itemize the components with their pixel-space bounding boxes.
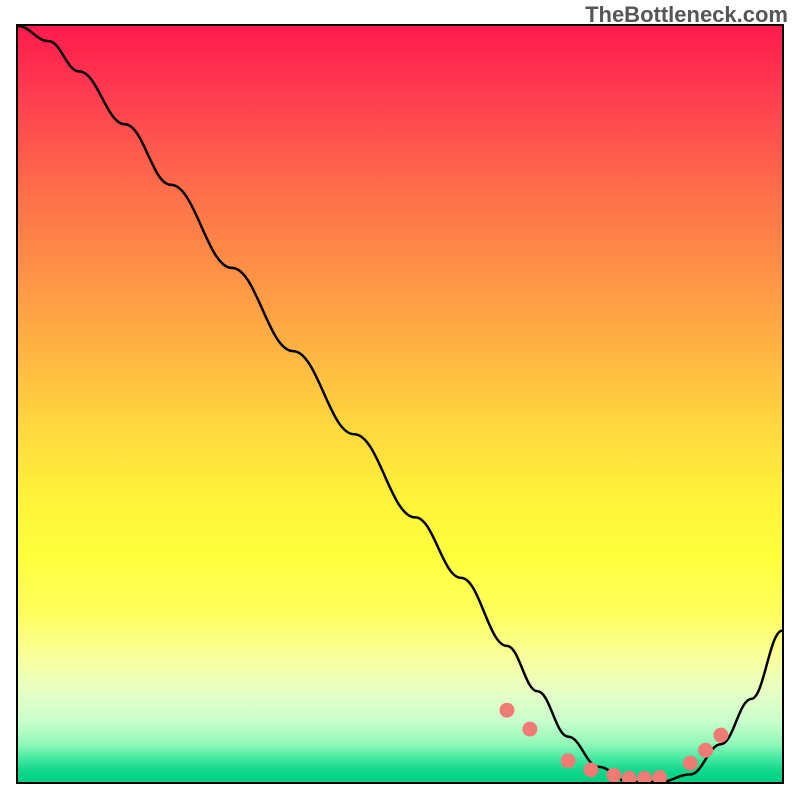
chart-area — [16, 24, 784, 784]
curve-line — [18, 26, 782, 782]
marker-dot — [713, 728, 728, 743]
watermark-text: TheBottleneck.com — [585, 2, 788, 28]
marker-dot — [683, 756, 698, 771]
marker-dot — [652, 770, 667, 782]
curve-markers — [499, 703, 728, 782]
marker-dot — [561, 753, 576, 768]
marker-dot — [522, 722, 537, 737]
marker-dot — [499, 703, 514, 718]
marker-dot — [584, 762, 599, 777]
chart-svg — [18, 26, 782, 782]
marker-dot — [622, 771, 637, 782]
marker-dot — [698, 743, 713, 758]
marker-dot — [637, 771, 652, 782]
marker-dot — [606, 768, 621, 782]
